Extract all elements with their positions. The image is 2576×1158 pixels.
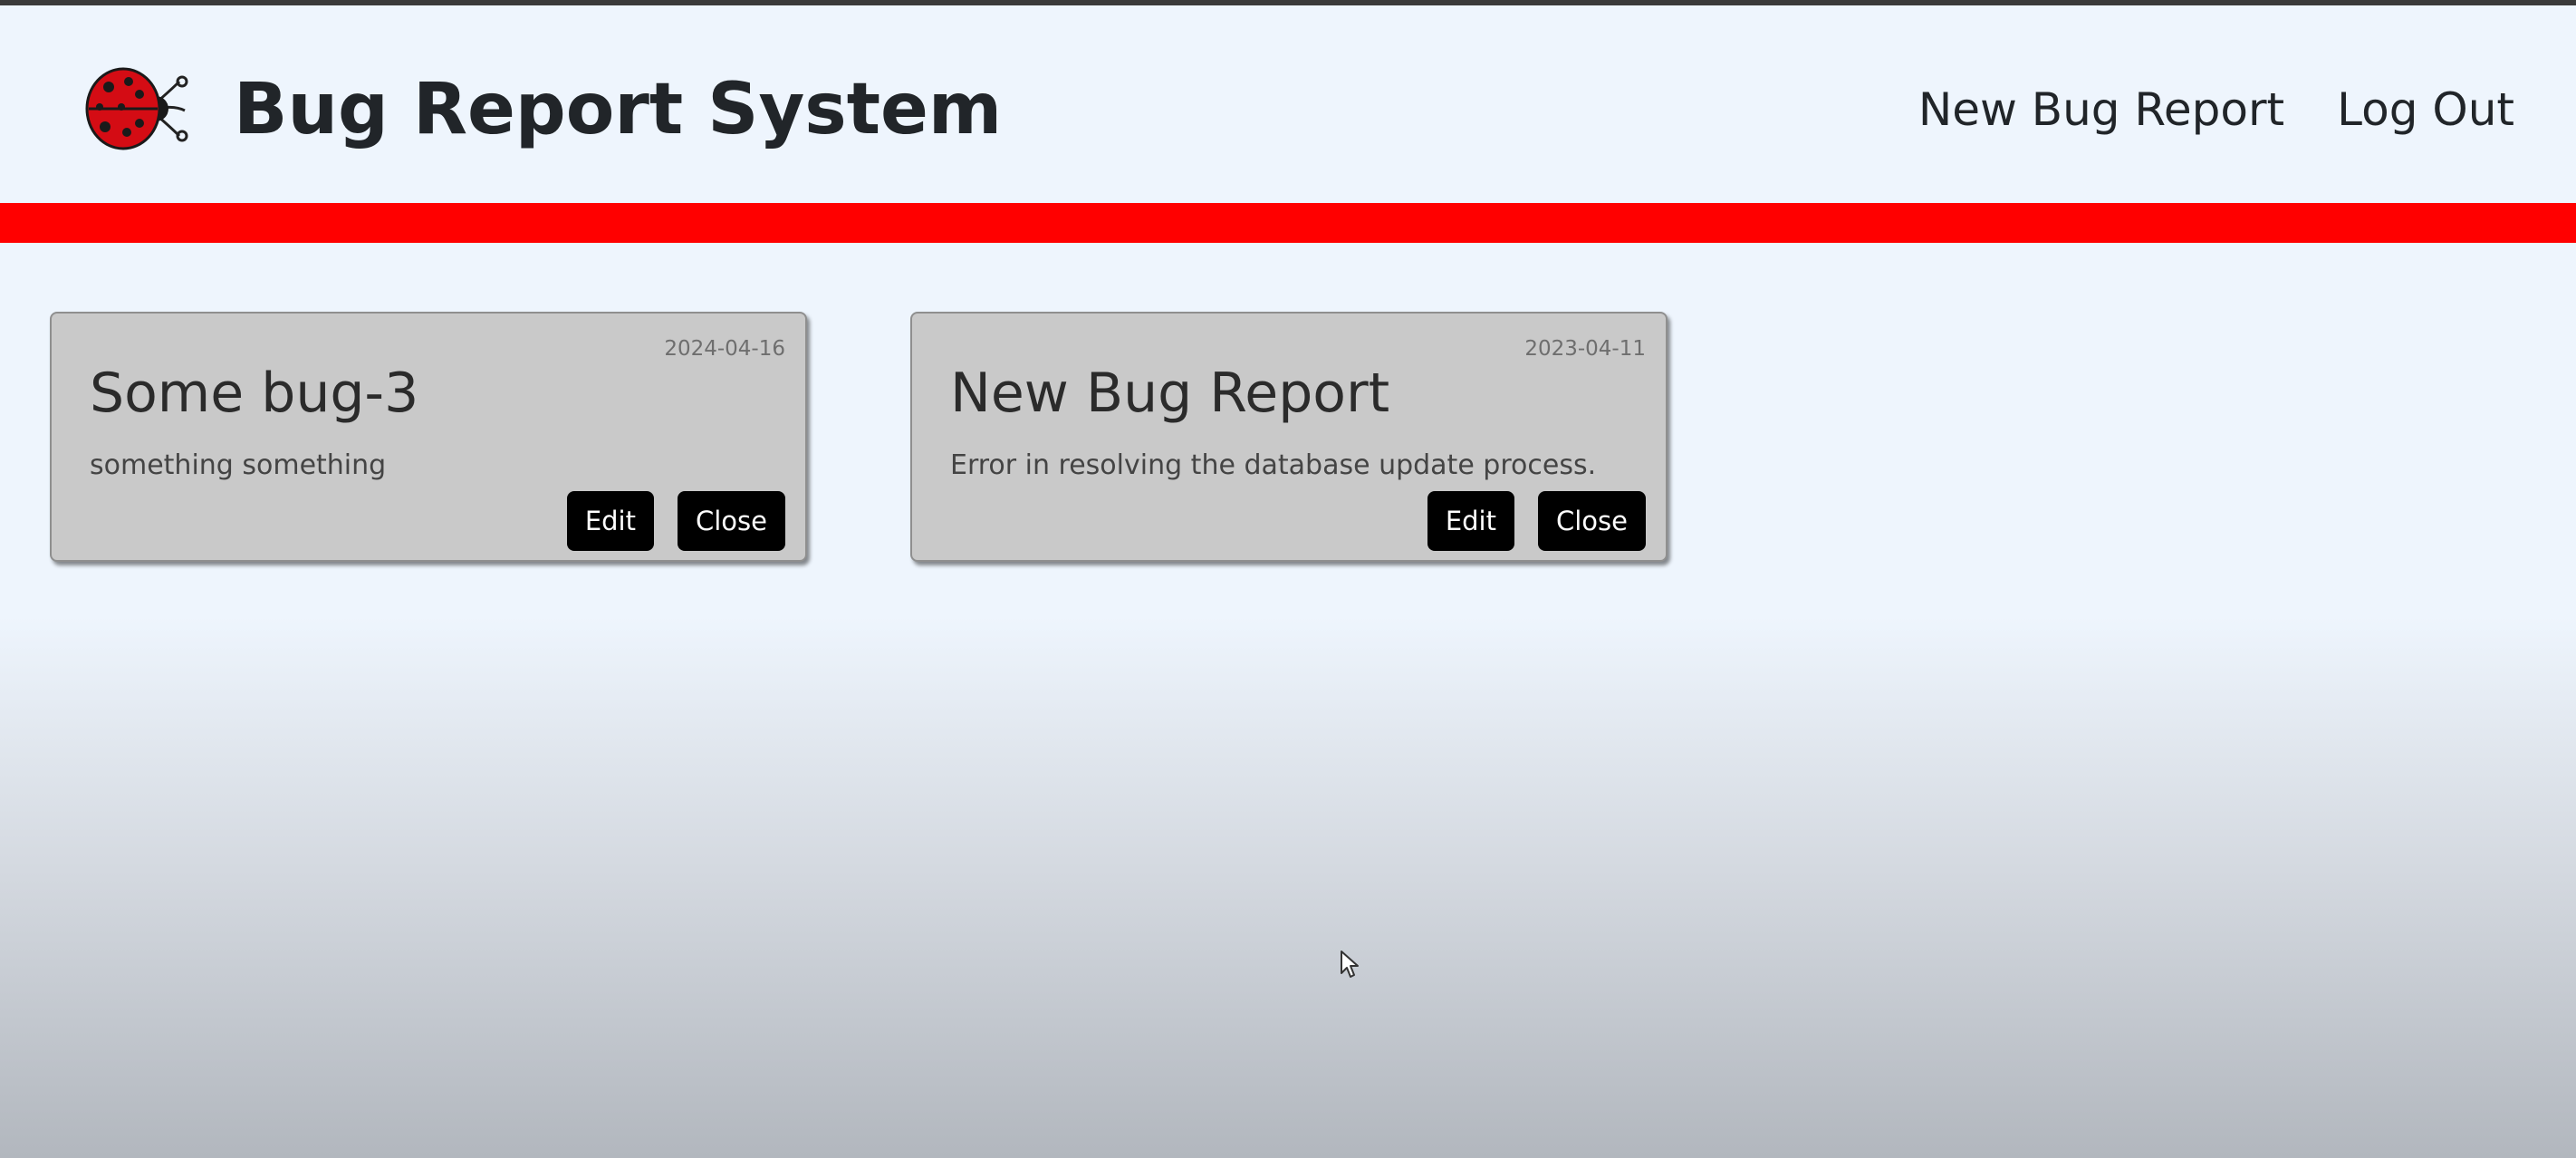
bug-date: 2024-04-16 (664, 337, 785, 361)
bug-card: 2024-04-16 Some bug-3 something somethin… (50, 312, 807, 562)
bug-description: Error in resolving the database update p… (950, 449, 1597, 481)
bug-date: 2023-04-11 (1524, 337, 1646, 361)
header-accent-bar (0, 203, 2576, 243)
ladybug-icon (82, 54, 199, 163)
close-button[interactable]: Close (1538, 491, 1646, 551)
edit-button[interactable]: Edit (566, 491, 654, 551)
bug-title: New Bug Report (950, 362, 1390, 425)
log-out-link[interactable]: Log Out (2337, 87, 2514, 132)
top-nav: New Bug Report Log Out (1918, 87, 2514, 132)
mouse-pointer-icon (1340, 950, 1361, 979)
bug-actions: Edit Close (1427, 491, 1646, 551)
bug-actions: Edit Close (566, 491, 785, 551)
bug-description: something something (90, 449, 387, 481)
bug-title: Some bug-3 (90, 362, 419, 425)
app-header: Bug Report System New Bug Report Log Out (0, 5, 2576, 203)
close-button[interactable]: Close (678, 491, 785, 551)
new-bug-report-link[interactable]: New Bug Report (1918, 87, 2284, 132)
app-title: Bug Report System (234, 69, 1003, 150)
bug-card: 2023-04-11 New Bug Report Error in resol… (910, 312, 1668, 562)
edit-button[interactable]: Edit (1427, 491, 1514, 551)
